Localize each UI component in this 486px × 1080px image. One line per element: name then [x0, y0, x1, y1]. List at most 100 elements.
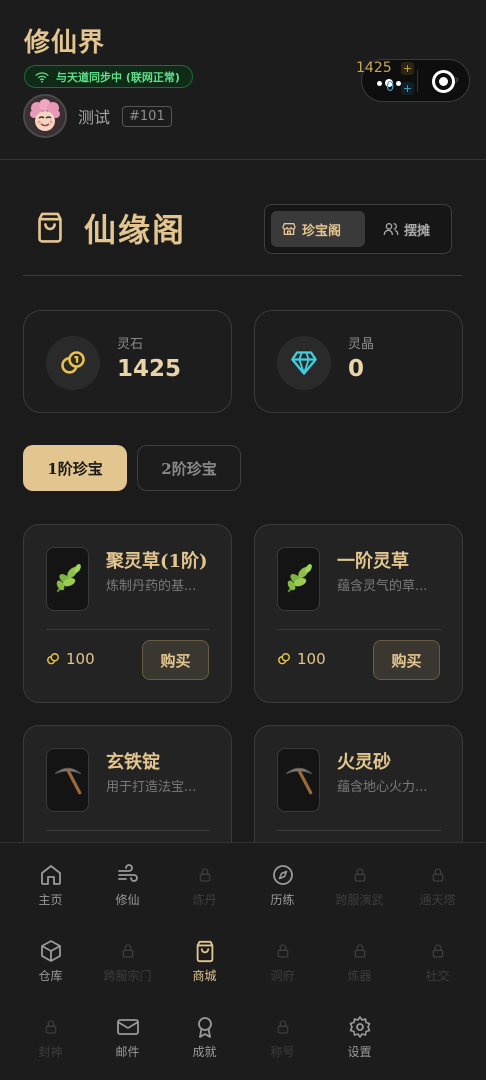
item-name: 聚灵草(1阶)	[106, 551, 208, 572]
home-icon	[39, 861, 63, 889]
item-price: 100	[277, 650, 326, 668]
pickaxe-icon	[46, 748, 89, 812]
nav-item-achievements[interactable]: 成就	[166, 1013, 243, 1073]
divider	[23, 275, 463, 276]
nav-item-titles[interactable]: 称号	[244, 1013, 321, 1073]
tier-1-button[interactable]: 1阶珍宝	[23, 445, 127, 491]
nav-label: 设置	[347, 1045, 372, 1059]
store-icon	[282, 223, 296, 235]
spirit-crystal-card: 灵晶 0	[254, 310, 463, 413]
nav-label: 仓库	[38, 969, 63, 983]
app-title: 修仙界	[24, 28, 106, 58]
page-title: 仙缘阁	[84, 211, 187, 249]
wind-icon	[116, 861, 140, 889]
lock-icon	[352, 937, 368, 965]
lock-icon	[430, 861, 446, 889]
user-info: 测试 #101	[23, 94, 172, 138]
item-description: 蕴含灵气的草...	[337, 579, 428, 594]
award-icon	[193, 1013, 217, 1041]
currency-label: 灵石	[117, 337, 144, 352]
item-description: 用于打造法宝...	[106, 780, 197, 795]
nav-item-social[interactable]: 社交	[399, 937, 476, 997]
tab-stall[interactable]: 摆摊	[373, 211, 445, 247]
username: 测试	[78, 108, 111, 127]
nav-item-home[interactable]: 主页	[12, 861, 89, 921]
nav-label: 历练	[270, 893, 295, 907]
nav-label: 跨服宗门	[103, 969, 152, 983]
spirit-stone-card: 灵石 1425	[23, 310, 232, 413]
nav-item-cultivate[interactable]: 修仙	[89, 861, 166, 921]
add-crystal-button[interactable]: +	[401, 82, 414, 95]
lock-icon	[197, 861, 213, 889]
users-icon	[383, 223, 399, 235]
nav-item-cave[interactable]: 洞府	[244, 937, 321, 997]
nav-label: 修仙	[115, 893, 140, 907]
lock-icon	[275, 937, 291, 965]
herb-icon	[277, 547, 320, 611]
user-id-tag: #101	[122, 105, 172, 127]
nav-label: 通天塔	[419, 893, 456, 907]
pickaxe-icon	[277, 748, 320, 812]
nav-label: 称号	[270, 1045, 295, 1059]
price-value: 100	[66, 650, 95, 668]
lock-icon	[430, 937, 446, 965]
item-card: 一阶灵草 蕴含灵气的草... 100 购买	[254, 524, 463, 703]
mail-icon	[116, 1013, 140, 1041]
item-price: 100	[46, 650, 95, 668]
item-name: 玄铁锭	[106, 752, 160, 773]
divider	[46, 629, 210, 630]
mini-spirit-crystal-count: 0	[386, 80, 395, 95]
shop-tabs: 珍宝阁 摆摊	[264, 204, 452, 254]
nav-item-shop[interactable]: 商城	[166, 937, 243, 997]
lock-icon	[43, 1013, 59, 1041]
diamond-icon	[277, 336, 331, 390]
item-description: 炼制丹药的基...	[106, 579, 197, 594]
currency-value: 0	[348, 356, 365, 382]
divider	[277, 830, 441, 831]
wifi-icon	[35, 71, 49, 83]
nav-item-mail[interactable]: 邮件	[89, 1013, 166, 1073]
nav-item-settings[interactable]: 设置	[321, 1013, 398, 1073]
item-name: 火灵砂	[337, 752, 391, 773]
avatar-image	[25, 96, 65, 136]
buy-button[interactable]: 购买	[142, 640, 209, 680]
nav-label: 洞府	[270, 969, 295, 983]
tab-treasure-pavilion[interactable]: 珍宝阁	[271, 211, 365, 247]
item-description: 蕴含地心火力...	[337, 780, 428, 795]
nav-item-sky-tower[interactable]: 通天塔	[399, 861, 476, 921]
nav-item-deification[interactable]: 封神	[12, 1013, 89, 1073]
nav-label: 炼器	[347, 969, 372, 983]
close-target-icon[interactable]	[432, 70, 455, 93]
top-header: 修仙界 与天道同步中 (联网正常) 测试 #101 › 1425 + 0 +	[0, 0, 486, 160]
compass-icon	[271, 861, 295, 889]
nav-label: 社交	[425, 969, 450, 983]
nav-item-cross-server-arena[interactable]: 跨服演武	[321, 861, 398, 921]
tab-label: 珍宝阁	[302, 223, 342, 239]
tier-2-button[interactable]: 2阶珍宝	[137, 445, 241, 491]
buy-button[interactable]: 购买	[373, 640, 440, 680]
nav-item-cross-server-sect[interactable]: 跨服宗门	[89, 937, 166, 997]
avatar[interactable]	[23, 94, 67, 138]
price-value: 100	[297, 650, 326, 668]
box-icon	[39, 937, 63, 965]
chevron-right-icon: ›	[454, 72, 460, 88]
herb-icon	[46, 547, 89, 611]
sync-status-text: 与天道同步中 (联网正常)	[56, 70, 180, 84]
nav-label: 封神	[38, 1045, 63, 1059]
divider	[46, 830, 210, 831]
item-card: 聚灵草(1阶) 炼制丹药的基... 100 购买	[23, 524, 232, 703]
coins-icon	[278, 653, 290, 665]
bottom-navigation: 主页 修仙 炼丹 历练 跨服演武 通天塔 仓库 跨服宗门 商城 洞府 炼器 社交…	[0, 842, 486, 1080]
tab-label: 摆摊	[404, 223, 431, 239]
coins-icon	[47, 653, 59, 665]
currency-value: 1425	[117, 356, 182, 382]
add-stone-button[interactable]: +	[401, 62, 414, 75]
mini-spirit-stone-count: 1425	[356, 60, 392, 76]
nav-item-adventure[interactable]: 历练	[244, 861, 321, 921]
nav-label: 炼丹	[192, 893, 217, 907]
nav-item-forging[interactable]: 炼器	[321, 937, 398, 997]
nav-item-warehouse[interactable]: 仓库	[12, 937, 89, 997]
currency-label: 灵晶	[348, 337, 375, 352]
item-name: 一阶灵草	[337, 551, 409, 572]
nav-item-alchemy[interactable]: 炼丹	[166, 861, 243, 921]
